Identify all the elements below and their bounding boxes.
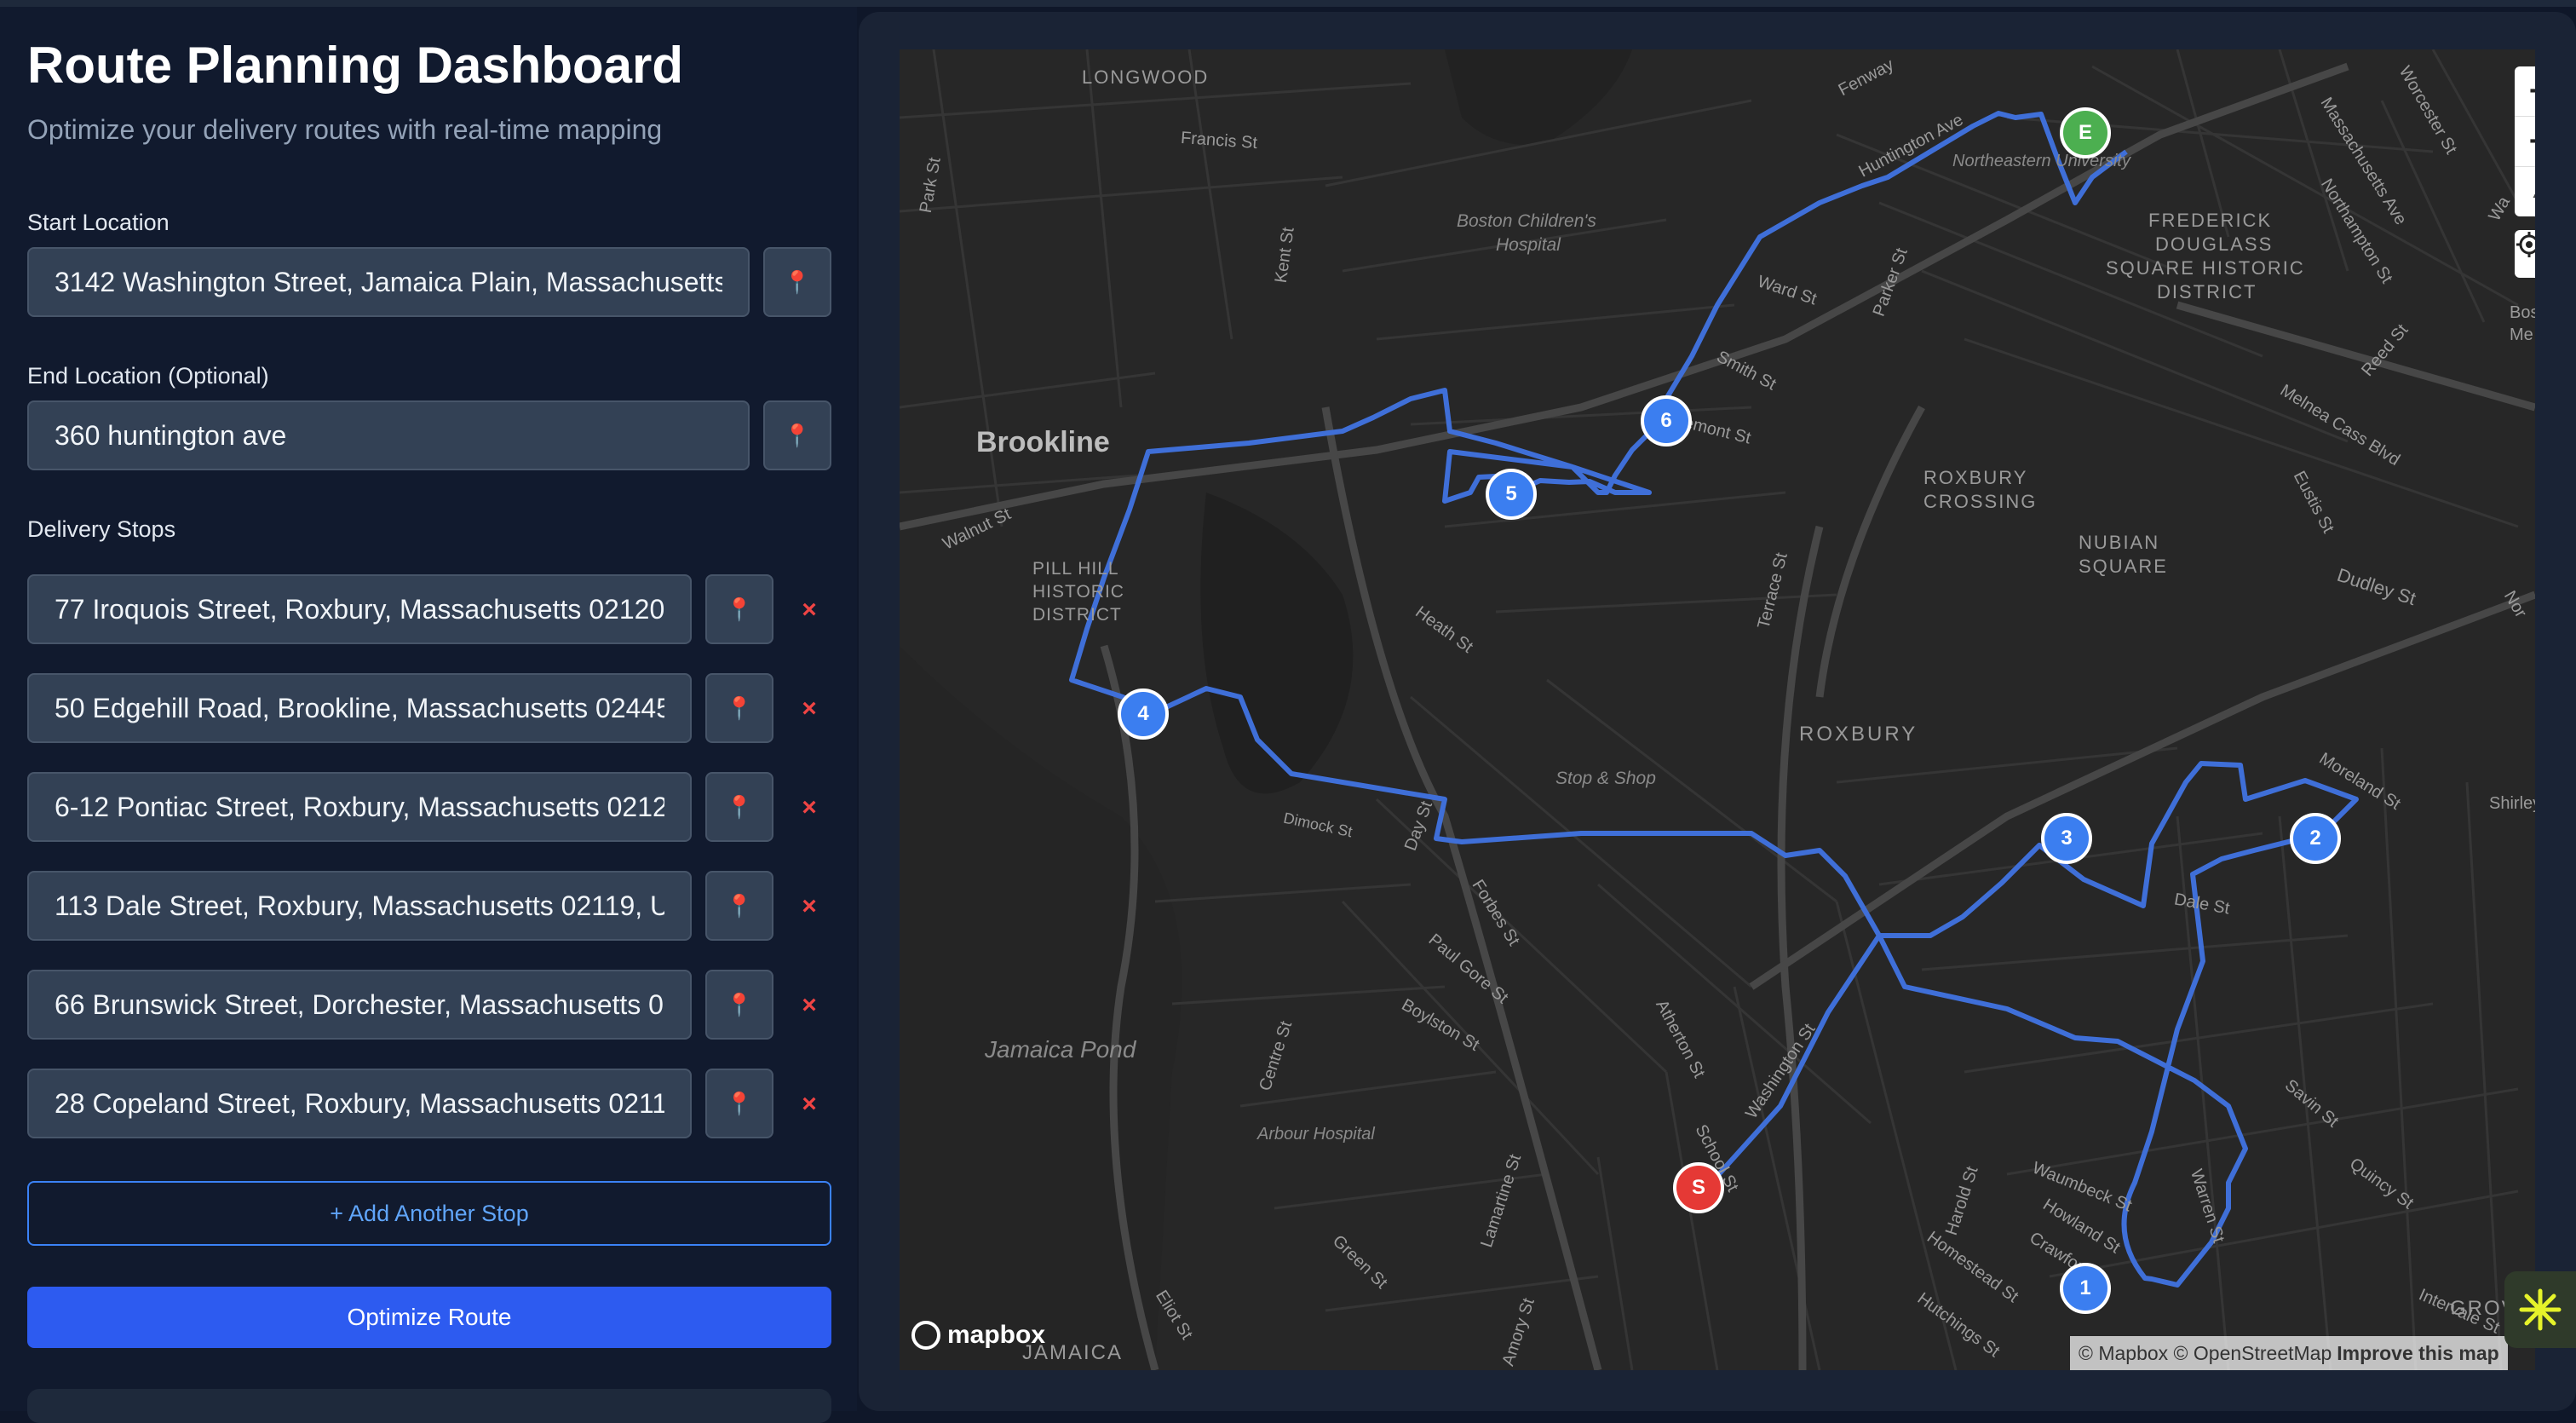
map-pin-icon: 📍	[725, 596, 754, 622]
stop-input-4[interactable]	[27, 871, 692, 941]
sparkle-icon	[2519, 1288, 2562, 1331]
improve-map-link[interactable]: Improve this map	[2337, 1342, 2498, 1365]
map-pin-icon: 📍	[725, 1090, 754, 1116]
map-label: Northeastern University	[1952, 152, 2130, 170]
map-pin-icon: 📍	[783, 268, 812, 295]
stop-pin-button-5[interactable]: 📍	[705, 970, 773, 1040]
street-label: Bos	[2510, 303, 2535, 322]
map-label: Boston Children's	[1457, 211, 1596, 231]
map-label: DISTRICT	[2157, 281, 2257, 302]
stop-input-5[interactable]	[27, 970, 692, 1040]
start-location-input[interactable]	[27, 247, 750, 317]
route-map[interactable]: LONGWOOD Brookline PILL HILL HISTORIC DI…	[900, 49, 2535, 1370]
stop-remove-button-6[interactable]: ×	[791, 1086, 828, 1123]
end-location-pin-button[interactable]: 📍	[763, 400, 831, 470]
stop-remove-button-3[interactable]: ×	[791, 789, 828, 827]
stop-input-1[interactable]	[27, 574, 692, 644]
olmsted-park-area	[1200, 493, 1354, 794]
start-marker[interactable]: S	[1673, 1162, 1724, 1213]
map-label: Jamaica Pond	[985, 1036, 1136, 1063]
close-icon: ×	[802, 1090, 817, 1118]
mapbox-logo[interactable]: mapbox	[911, 1321, 1045, 1350]
map-label: ROXBURY	[1923, 467, 2028, 488]
map-pin-icon: 📍	[725, 892, 754, 919]
street-label: Me	[2510, 326, 2533, 344]
map-pin-icon: 📍	[725, 694, 754, 721]
street-label: Shirley	[2489, 794, 2535, 813]
compass-button[interactable]: ▲	[2515, 167, 2535, 216]
stop-marker-6[interactable]: 6	[1641, 395, 1692, 446]
close-icon: ×	[802, 892, 817, 920]
zoom-out-button[interactable]: −	[2515, 117, 2535, 167]
map-label: DOUGLASS	[2155, 233, 2274, 255]
map-label: Arbour Hospital	[1257, 1125, 1375, 1144]
map-attribution: © Mapbox © OpenStreetMap Improve this ma…	[2070, 1336, 2508, 1370]
start-location-pin-button[interactable]: 📍	[763, 247, 831, 317]
end-location-input[interactable]	[27, 400, 750, 470]
map-label: FREDERICK	[2148, 210, 2273, 231]
map-label: CROSSING	[1923, 491, 2038, 512]
delivery-stops-label: Delivery Stops	[27, 516, 176, 542]
map-pin-icon: 📍	[725, 991, 754, 1017]
map-pin-icon: 📍	[783, 422, 812, 448]
stop-remove-button-4[interactable]: ×	[791, 888, 828, 925]
map-label: SQUARE HISTORIC	[2106, 257, 2305, 279]
locate-icon	[2516, 232, 2535, 257]
stop-marker-2[interactable]: 2	[2290, 813, 2341, 864]
window-top-border	[0, 0, 2576, 7]
optimize-route-button[interactable]: Optimize Route	[27, 1287, 831, 1348]
map-label: PILL HILL	[1032, 559, 1119, 579]
map-label: SQUARE	[2079, 556, 2168, 577]
compass-icon: ▲	[2529, 181, 2535, 203]
attribution-text[interactable]: © Mapbox © OpenStreetMap	[2079, 1342, 2332, 1365]
stop-marker-4[interactable]: 4	[1118, 688, 1169, 740]
stop-marker-3[interactable]: 3	[2041, 813, 2092, 864]
stop-pin-button-1[interactable]: 📍	[705, 574, 773, 644]
mapbox-wordmark: mapbox	[947, 1321, 1046, 1349]
page-subtitle: Optimize your delivery routes with real-…	[27, 114, 663, 145]
end-marker[interactable]: E	[2060, 107, 2111, 158]
help-widget-button[interactable]	[2504, 1271, 2576, 1348]
results-card	[27, 1389, 831, 1423]
map-label: Brookline	[976, 426, 1110, 458]
stop-marker-5[interactable]: 5	[1486, 469, 1537, 520]
map-label: Hospital	[1496, 235, 1561, 255]
map-label: ROXBURY	[1799, 723, 1918, 746]
close-icon: ×	[802, 793, 817, 821]
mapbox-icon	[911, 1321, 940, 1350]
park-area	[900, 646, 1182, 1370]
add-stop-button[interactable]: + Add Another Stop	[27, 1181, 831, 1246]
map-pin-icon: 📍	[725, 793, 754, 820]
zoom-in-button[interactable]: +	[2515, 66, 2535, 117]
map-label: DISTRICT	[1032, 605, 1122, 625]
stop-input-2[interactable]	[27, 673, 692, 743]
map-label: NUBIAN	[2079, 532, 2160, 553]
stop-marker-1[interactable]: 1	[2060, 1263, 2111, 1314]
stop-pin-button-4[interactable]: 📍	[705, 871, 773, 941]
geolocate-button[interactable]	[2515, 230, 2535, 278]
map-label: Stop & Shop	[1555, 769, 1656, 788]
start-location-label: Start Location	[27, 210, 170, 235]
stop-pin-button-3[interactable]: 📍	[705, 772, 773, 842]
stop-input-3[interactable]	[27, 772, 692, 842]
map-label: HISTORIC	[1032, 582, 1124, 602]
stop-remove-button-2[interactable]: ×	[791, 690, 828, 728]
end-location-label: End Location (Optional)	[27, 363, 269, 389]
stop-pin-button-2[interactable]: 📍	[705, 673, 773, 743]
close-icon: ×	[802, 991, 817, 1019]
map-label: LONGWOOD	[1082, 66, 1210, 88]
map-nav-controls: + − ▲	[2515, 66, 2535, 216]
stop-remove-button-1[interactable]: ×	[791, 591, 828, 629]
close-icon: ×	[802, 694, 817, 723]
stop-input-6[interactable]	[27, 1069, 692, 1138]
close-icon: ×	[802, 596, 817, 624]
page-title: Route Planning Dashboard	[27, 37, 684, 94]
stop-remove-button-5[interactable]: ×	[791, 987, 828, 1024]
stop-pin-button-6[interactable]: 📍	[705, 1069, 773, 1138]
